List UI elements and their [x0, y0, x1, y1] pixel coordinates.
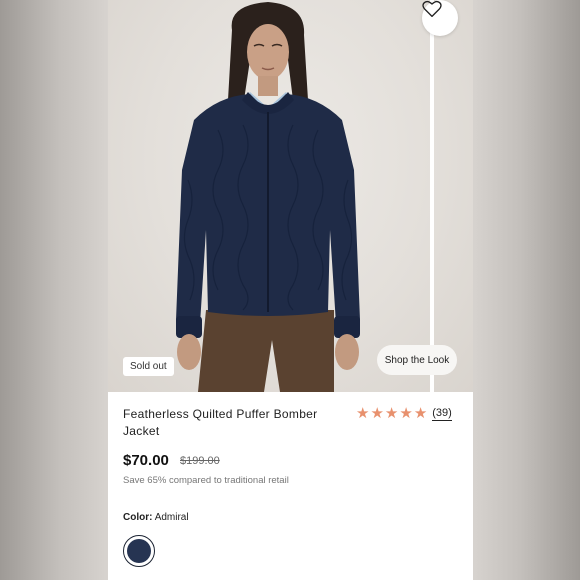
- shop-the-look-button[interactable]: Shop the Look: [377, 345, 457, 375]
- swatch-fill: [127, 539, 151, 563]
- original-price: $199.00: [180, 455, 220, 467]
- star-icon: ★: [384, 405, 399, 422]
- model-illustration: [176, 2, 360, 392]
- sale-price: $70.00: [123, 452, 169, 469]
- color-label: Color:: [123, 512, 153, 523]
- savings-text: Save 65% compared to traditional retail: [123, 475, 289, 486]
- color-value: Admiral: [154, 512, 189, 523]
- star-icon: ★: [356, 405, 370, 422]
- star-icon: ★: [370, 405, 384, 422]
- product-title: Featherless Quilted Puffer Bomber Jacket: [123, 407, 318, 438]
- image-scrollbar[interactable]: [430, 0, 434, 392]
- review-count-link[interactable]: (39): [432, 407, 452, 421]
- wishlist-button[interactable]: [422, 0, 458, 36]
- star-icon: ★: [413, 405, 428, 422]
- product-image[interactable]: Sold out Shop the Look: [108, 0, 473, 392]
- rating[interactable]: ★ ★ ★ ★ ★ (39): [356, 406, 452, 422]
- sold-out-badge: Sold out: [123, 357, 174, 376]
- star-icon: ★: [399, 405, 413, 422]
- color-label-row: Color: Admiral: [123, 512, 189, 523]
- product-card: Sold out Shop the Look Featherless Quilt…: [108, 0, 473, 580]
- color-swatch-admiral[interactable]: [123, 535, 155, 567]
